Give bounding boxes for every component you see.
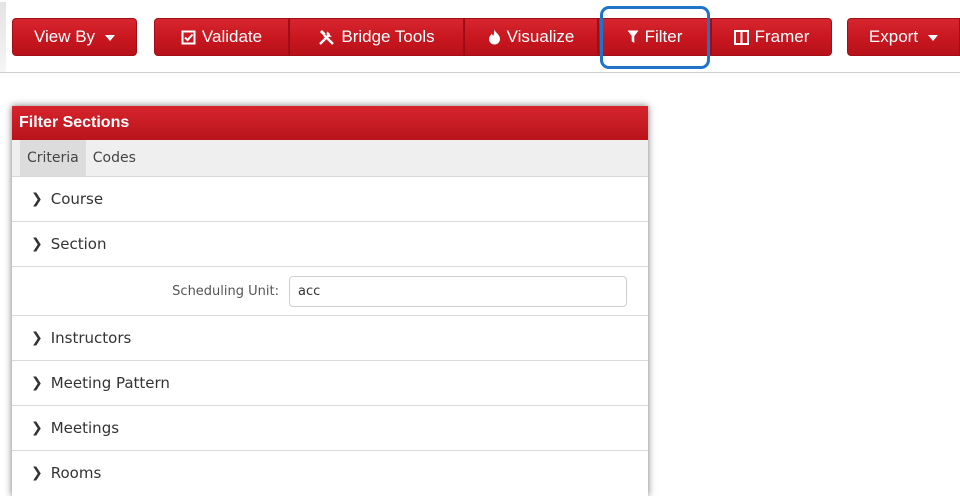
toolbar: View By Validate Bridge Tools Visualize … [0, 0, 960, 73]
section-label: Rooms [50, 464, 102, 482]
section-meeting-pattern[interactable]: ❯ Meeting Pattern [12, 361, 648, 406]
columns-icon [733, 29, 749, 45]
scheduling-unit-input[interactable] [289, 275, 627, 307]
chevron-right-icon: ❯ [31, 191, 43, 207]
fire-icon [488, 29, 501, 45]
caret-down-icon [928, 35, 939, 41]
chevron-right-icon: ❯ [31, 236, 43, 252]
section-rooms[interactable]: ❯ Rooms [12, 451, 648, 495]
scheduling-unit-row: Scheduling Unit: [12, 267, 648, 316]
filter-label: Filter [644, 27, 683, 46]
view-by-button[interactable]: View By [12, 18, 137, 56]
chevron-right-icon: ❯ [31, 465, 43, 481]
caret-down-icon [105, 35, 116, 41]
section-label: Meetings [50, 419, 120, 437]
section-label: Instructors [50, 329, 132, 347]
check-square-icon [181, 30, 196, 45]
validate-button[interactable]: Validate [154, 18, 289, 56]
view-by-label: View By [33, 27, 96, 46]
section-section[interactable]: ❯ Section [12, 222, 648, 267]
visualize-button[interactable]: Visualize [464, 18, 598, 56]
tab-criteria[interactable]: Criteria [20, 140, 86, 176]
chevron-right-icon: ❯ [31, 330, 43, 346]
chevron-right-icon: ❯ [31, 375, 43, 391]
section-instructors[interactable]: ❯ Instructors [12, 316, 648, 361]
visualize-label: Visualize [506, 27, 575, 46]
bridge-tools-label: Bridge Tools [341, 27, 435, 46]
section-label: Course [50, 190, 104, 208]
funnel-icon [627, 30, 639, 44]
scheduling-unit-label: Scheduling Unit: [172, 283, 279, 299]
filter-sections-panel: Filter Sections Criteria Codes ❯ Course … [12, 106, 648, 496]
tools-icon [318, 29, 335, 46]
tab-codes[interactable]: Codes [86, 140, 143, 176]
chevron-right-icon: ❯ [31, 420, 43, 436]
panel-tabs: Criteria Codes [12, 140, 648, 177]
section-label: Section [50, 235, 107, 253]
section-meetings[interactable]: ❯ Meetings [12, 406, 648, 451]
section-course[interactable]: ❯ Course [12, 177, 648, 222]
panel-title: Filter Sections [12, 106, 648, 140]
framer-button[interactable]: Framer [711, 18, 832, 56]
filter-button[interactable]: Filter [598, 18, 711, 56]
export-label: Export [868, 27, 919, 46]
section-label: Meeting Pattern [50, 374, 170, 392]
export-button[interactable]: Export [847, 18, 960, 56]
bridge-tools-button[interactable]: Bridge Tools [289, 18, 464, 56]
framer-label: Framer [754, 27, 810, 46]
validate-label: Validate [201, 27, 263, 46]
